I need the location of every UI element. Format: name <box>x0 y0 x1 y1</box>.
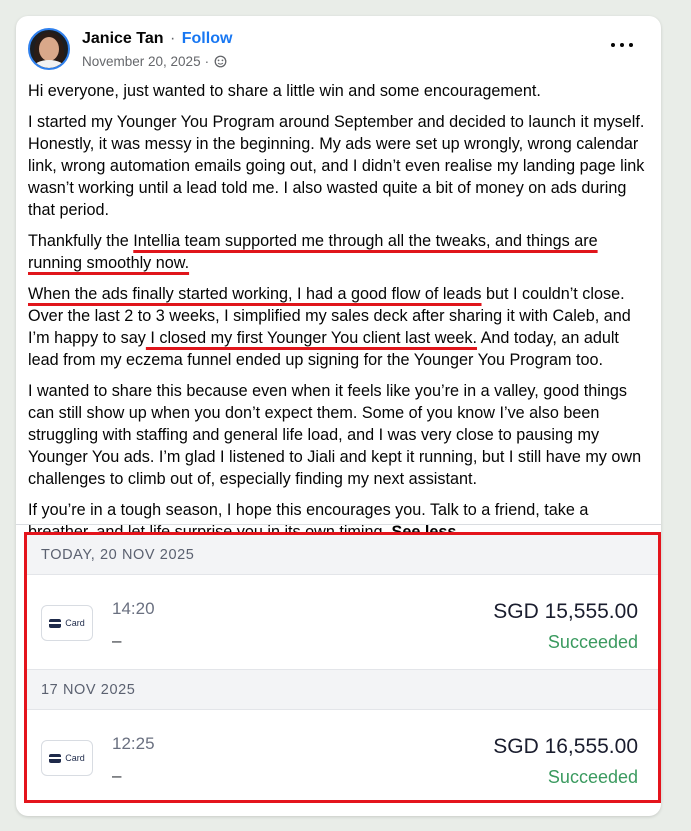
credit-card-icon: Card <box>41 740 93 776</box>
follow-button[interactable]: Follow <box>182 30 233 47</box>
author-line: Janice Tan · Follow <box>82 30 232 48</box>
payment-method-label: Card <box>65 753 85 763</box>
transaction-amount: SGD 15,555.00 <box>493 600 638 623</box>
transaction-time: 14:20 <box>112 599 155 618</box>
separator-dot: · <box>169 30 176 47</box>
paragraph-4: When the ads finally started working, I … <box>28 283 648 371</box>
transaction-row[interactable]: Card 14:20 – SGD 15,555.00 Succeeded <box>27 575 658 670</box>
transaction-status: Succeeded <box>547 767 638 787</box>
facebook-post-card: Janice Tan · Follow November 20, 2025 · … <box>16 16 661 816</box>
avatar[interactable] <box>28 28 70 70</box>
more-options-icon[interactable] <box>611 38 633 52</box>
transaction-description: – <box>112 631 122 650</box>
post-date[interactable]: November 20, 2025 <box>82 54 201 69</box>
divider <box>16 524 661 525</box>
paragraph-1: Hi everyone, just wanted to share a litt… <box>28 82 541 100</box>
author-name[interactable]: Janice Tan <box>82 30 164 47</box>
transaction-amount: SGD 16,555.00 <box>493 735 638 758</box>
underlined-first-client: I closed my first Younger You client las… <box>145 329 478 347</box>
transaction-time: 12:25 <box>112 734 155 753</box>
transaction-status: Succeeded <box>547 632 638 652</box>
underlined-flow-of-leads: When the ads finally started working, I … <box>28 285 482 303</box>
meta-separator: · <box>204 54 210 69</box>
date-header-today: TODAY, 20 NOV 2025 <box>27 535 658 575</box>
paragraph-5: I wanted to share this because even when… <box>28 382 642 488</box>
transactions-panel: TODAY, 20 NOV 2025 Card 14:20 – SGD 15,5… <box>24 532 661 803</box>
paragraph-2: I started my Younger You Program around … <box>28 113 645 219</box>
paragraph-3: Thankfully the Intellia team supported m… <box>28 230 648 274</box>
post-header: Janice Tan · Follow November 20, 2025 · <box>28 28 649 74</box>
post-body: Hi everyone, just wanted to share a litt… <box>28 80 648 552</box>
credit-card-icon: Card <box>41 605 93 641</box>
paragraph-3-text: Thankfully the <box>28 232 134 250</box>
payment-method-label: Card <box>65 618 85 628</box>
transaction-row[interactable]: Card 12:25 – SGD 16,555.00 Succeeded <box>27 710 658 800</box>
globe-icon <box>214 55 227 68</box>
transaction-description: – <box>112 766 122 785</box>
date-header-17-nov: 17 NOV 2025 <box>27 670 658 710</box>
post-meta: November 20, 2025 · <box>82 54 227 69</box>
